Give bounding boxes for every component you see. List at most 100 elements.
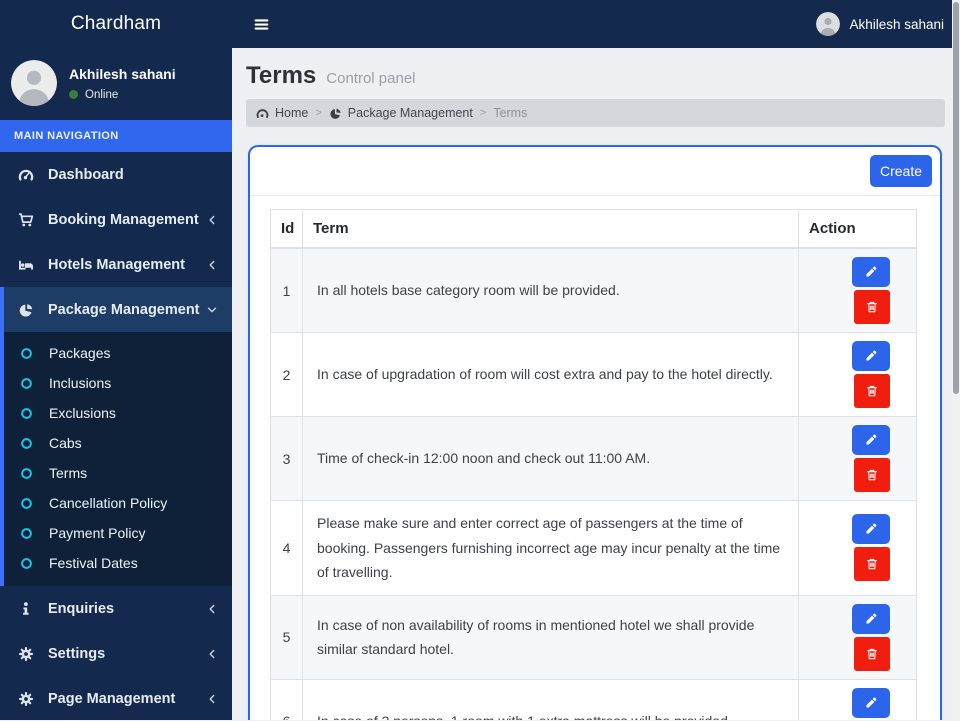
- term-actions: [799, 417, 917, 501]
- tachometer-icon: [18, 167, 38, 183]
- chevron-down-icon: [206, 304, 218, 316]
- sidebar-item-dashboard[interactable]: Dashboard: [0, 152, 232, 197]
- content-header: Terms Control panel Home > Package Manag…: [232, 48, 952, 127]
- pie-chart-icon: [18, 302, 38, 318]
- circle-icon: [20, 377, 40, 390]
- sidebar-subitem-cancellation-policy[interactable]: Cancellation Policy: [4, 488, 232, 518]
- table-row: 1 In all hotels base category room will …: [271, 248, 917, 333]
- gear-icon: [18, 646, 38, 662]
- sidebar-subitem-packages[interactable]: Packages: [4, 338, 232, 368]
- trash-icon: [865, 557, 879, 571]
- table-row: 5 In case of non availability of rooms i…: [271, 595, 917, 679]
- sidebar-group-package-management: Package Management Packages Inclusions E…: [0, 287, 232, 586]
- page-subtitle: Control panel: [326, 70, 415, 87]
- brand-logo[interactable]: Chardham: [0, 13, 232, 35]
- sidebar-item-settings[interactable]: Settings: [0, 631, 232, 676]
- breadcrumb-separator: >: [315, 107, 321, 119]
- table-row: 3 Time of check-in 12:00 noon and check …: [271, 417, 917, 501]
- sidebar-subitem-inclusions[interactable]: Inclusions: [4, 368, 232, 398]
- pencil-icon: [864, 265, 878, 279]
- breadcrumb-separator: >: [480, 107, 486, 119]
- term-actions: [799, 333, 917, 417]
- pencil-icon: [864, 433, 878, 447]
- circle-icon: [20, 527, 40, 540]
- edit-button[interactable]: [852, 425, 890, 455]
- nav-section-label: MAIN NAVIGATION: [0, 120, 232, 152]
- online-status-label: Online: [85, 89, 118, 101]
- delete-button[interactable]: [854, 637, 890, 671]
- sidebar-subitem-label: Packages: [49, 345, 110, 361]
- scrollbar-thumb[interactable]: [953, 2, 959, 394]
- sidebar-item-label: Page Management: [48, 691, 175, 707]
- trash-icon: [865, 384, 879, 398]
- sidebar-item-label: Package Management: [48, 302, 200, 318]
- terms-card: Create Id Term Action 1 In all hotels ba…: [248, 145, 942, 720]
- info-icon: [18, 601, 38, 617]
- term-actions: [799, 501, 917, 596]
- column-header-action: Action: [799, 210, 917, 249]
- chevron-left-icon: [206, 214, 218, 226]
- create-button[interactable]: Create: [870, 155, 932, 187]
- sidebar-item-package-management[interactable]: Package Management: [4, 287, 232, 332]
- term-text: Please make sure and enter correct age o…: [303, 501, 799, 596]
- sidebar-item-hotels-management[interactable]: Hotels Management: [0, 242, 232, 287]
- delete-button[interactable]: [854, 290, 890, 324]
- term-text: In all hotels base category room will be…: [303, 248, 799, 333]
- trash-icon: [865, 647, 879, 661]
- sidebar-item-enquiries[interactable]: Enquiries: [0, 586, 232, 631]
- term-text: In case of upgradation of room will cost…: [303, 333, 799, 417]
- term-actions: [799, 595, 917, 679]
- cart-icon: [18, 212, 38, 228]
- pie-chart-icon: [329, 107, 342, 120]
- breadcrumb-home[interactable]: Home: [256, 106, 308, 120]
- breadcrumb: Home > Package Management > Terms: [246, 99, 945, 127]
- sidebar-subitem-exclusions[interactable]: Exclusions: [4, 398, 232, 428]
- term-id: 4: [271, 501, 303, 596]
- sidebar-item-label: Booking Management: [48, 212, 199, 228]
- sidebar-subitem-label: Terms: [49, 465, 87, 481]
- hamburger-icon: [253, 16, 270, 33]
- edit-button[interactable]: [852, 514, 890, 544]
- edit-button[interactable]: [852, 604, 890, 634]
- sidebar-toggle-button[interactable]: [244, 7, 278, 41]
- edit-button[interactable]: [852, 341, 890, 371]
- column-header-term: Term: [303, 210, 799, 249]
- term-text: In case of non availability of rooms in …: [303, 595, 799, 679]
- pencil-icon: [864, 522, 878, 536]
- sidebar-nav: Dashboard Booking Management Hotels Mana…: [0, 152, 232, 721]
- scrollbar-track: [952, 0, 960, 720]
- term-id: 5: [271, 595, 303, 679]
- edit-button[interactable]: [852, 688, 890, 718]
- edit-button[interactable]: [852, 257, 890, 287]
- term-id: 1: [271, 248, 303, 333]
- user-menu[interactable]: Akhilesh sahani: [816, 12, 944, 36]
- sidebar-subitem-label: Inclusions: [49, 375, 111, 391]
- term-id: 2: [271, 333, 303, 417]
- term-actions: [799, 679, 917, 720]
- sidebar: Akhilesh sahani Online MAIN NAVIGATION D…: [0, 48, 232, 720]
- chevron-left-icon: [206, 259, 218, 271]
- sidebar-subitem-payment-policy[interactable]: Payment Policy: [4, 518, 232, 548]
- circle-icon: [20, 497, 40, 510]
- sidebar-subitem-terms[interactable]: Terms: [4, 458, 232, 488]
- sidebar-item-label: Dashboard: [48, 167, 124, 183]
- breadcrumb-package-management[interactable]: Package Management: [329, 106, 473, 120]
- sidebar-subitem-festival-dates[interactable]: Festival Dates: [4, 548, 232, 578]
- avatar: [11, 60, 57, 106]
- sidebar-item-booking-management[interactable]: Booking Management: [0, 197, 232, 242]
- pencil-icon: [864, 696, 878, 710]
- column-header-id: Id: [271, 210, 303, 249]
- bed-icon: [18, 257, 38, 273]
- sidebar-subitem-label: Cancellation Policy: [49, 495, 167, 511]
- circle-icon: [20, 347, 40, 360]
- delete-button[interactable]: [854, 458, 890, 492]
- delete-button[interactable]: [854, 374, 890, 408]
- delete-button[interactable]: [854, 547, 890, 581]
- circle-icon: [20, 437, 40, 450]
- sidebar-item-label: Hotels Management: [48, 257, 185, 273]
- table-row: 6 In case of 3 persons, 1 room with 1 ex…: [271, 679, 917, 720]
- gear-icon: [18, 691, 38, 707]
- sidebar-item-page-management[interactable]: Page Management: [0, 676, 232, 721]
- sidebar-subitem-cabs[interactable]: Cabs: [4, 428, 232, 458]
- sidebar-subitem-label: Payment Policy: [49, 525, 145, 541]
